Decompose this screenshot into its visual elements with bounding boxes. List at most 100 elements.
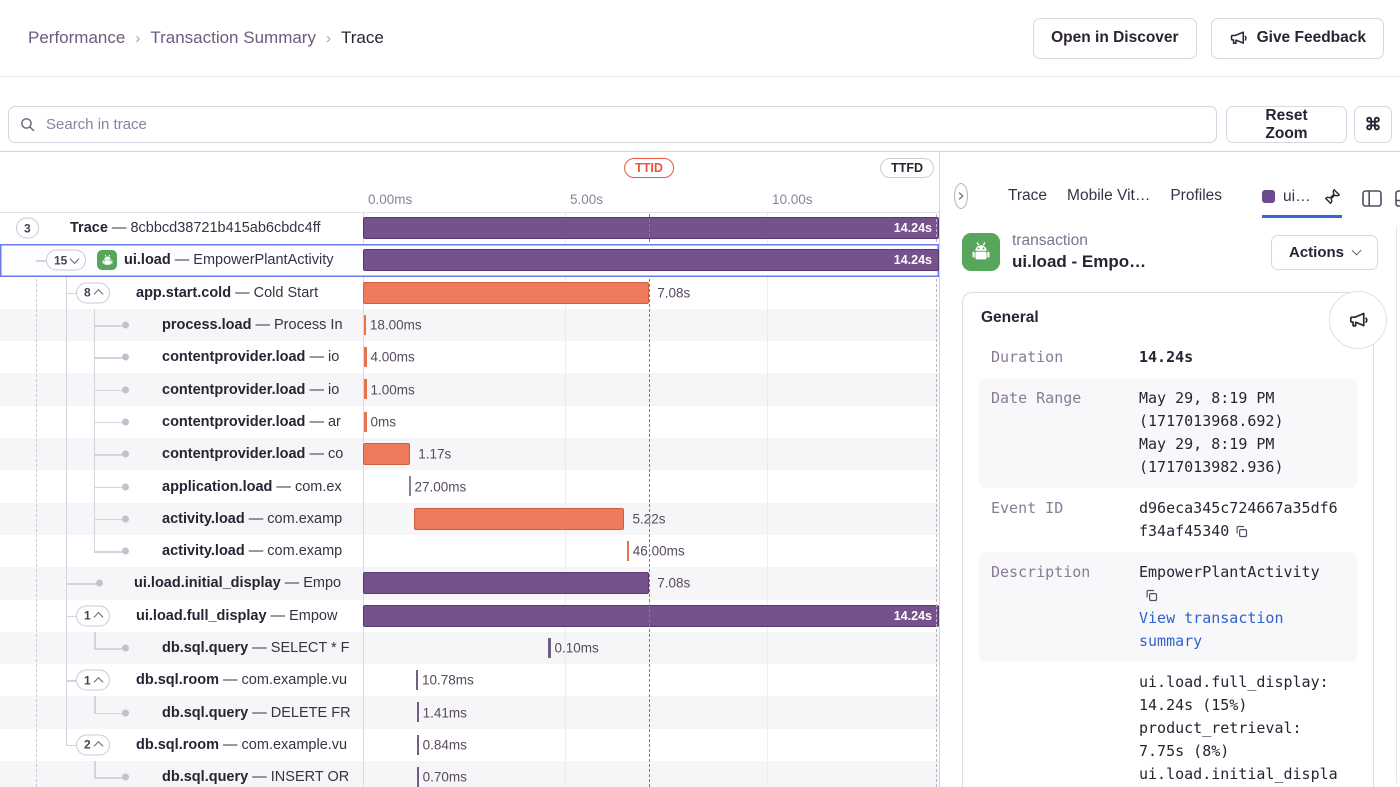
actions-button[interactable]: Actions	[1271, 235, 1378, 270]
copy-icon[interactable]	[1234, 524, 1249, 539]
span-bar[interactable]	[363, 572, 649, 594]
ttfd-badge[interactable]: TTFD	[880, 158, 934, 178]
megaphone-icon	[1229, 29, 1248, 48]
span-label: application.load — com.ex	[162, 479, 342, 495]
span-label: ui.load.full_display — Empow	[136, 608, 337, 624]
span-bar[interactable]	[414, 508, 624, 530]
detail-label: Duration	[991, 346, 1139, 369]
span-dot	[122, 548, 129, 555]
reset-zoom-button[interactable]: Reset Zoom	[1226, 106, 1347, 143]
pin-tab-icon[interactable]	[1323, 187, 1342, 206]
trace-row[interactable]: contentprovider.load — io4.00ms	[0, 341, 939, 373]
duration-label: 1.41ms	[417, 705, 467, 720]
child-count: 3	[24, 221, 31, 235]
span-op: contentprovider.load	[162, 382, 305, 398]
span-dot	[122, 645, 129, 652]
duration-label: 1.00ms	[364, 382, 414, 397]
trace-row[interactable]: process.load — Process In18.00ms	[0, 309, 939, 341]
give-feedback-button[interactable]: Give Feedback	[1211, 18, 1384, 59]
trace-row[interactable]: 3Trace — 8cbbcd38721b415ab6cbdc4ff14.24s	[0, 212, 939, 244]
give-feedback-label: Give Feedback	[1257, 29, 1366, 47]
details-scrollbar[interactable]	[1396, 226, 1397, 783]
trace-row[interactable]: 1db.sql.room — com.example.vu10.78ms	[0, 664, 939, 696]
tab-profiles[interactable]: Profiles	[1170, 187, 1222, 218]
tab-mobile-vitals[interactable]: Mobile Vit…	[1067, 187, 1150, 218]
detail-value: May 29, 8:19 PM(1717013968.692)May 29, 8…	[1139, 387, 1338, 479]
trace-row[interactable]: contentprovider.load — ar0ms	[0, 406, 939, 438]
span-label: db.sql.query — DELETE FR	[162, 705, 351, 721]
span-bar[interactable]	[363, 443, 410, 465]
span-op: db.sql.room	[136, 737, 219, 753]
transaction-color-swatch	[1262, 190, 1275, 203]
app-header: Performance › Transaction Summary › Trac…	[0, 0, 1400, 77]
search-box[interactable]	[8, 106, 1217, 143]
open-in-discover-button[interactable]: Open in Discover	[1033, 18, 1196, 59]
axis-tick-0: 0.00ms	[368, 192, 412, 207]
duration-label: 1.17s	[412, 447, 451, 462]
expand-pill[interactable]: 8	[76, 282, 110, 303]
span-label: db.sql.room — com.example.vu	[136, 737, 347, 753]
trace-row[interactable]: 8app.start.cold — Cold Start7.08s	[0, 277, 939, 309]
child-count: 15	[54, 253, 67, 267]
span-label: contentprovider.load — co	[162, 446, 343, 462]
trace-row[interactable]: contentprovider.load — io1.00ms	[0, 373, 939, 405]
expand-pill[interactable]: 1	[76, 605, 110, 626]
span-description: io	[328, 349, 339, 365]
span-label: contentprovider.load — io	[162, 349, 339, 365]
duration-label: 27.00ms	[409, 479, 467, 494]
breadcrumb-performance[interactable]: Performance	[28, 28, 125, 48]
child-count: 8	[84, 286, 91, 300]
feedback-float-button[interactable]	[1329, 291, 1387, 349]
detail-row: DescriptionEmpowerPlantActivityView tran…	[979, 552, 1357, 662]
expand-pill[interactable]: 1	[76, 670, 110, 691]
chevron-up-icon	[93, 677, 103, 687]
expand-pill[interactable]: 3	[16, 218, 39, 239]
ttid-badge[interactable]: TTID	[624, 158, 674, 178]
tab-trace[interactable]: Trace	[1008, 187, 1047, 218]
detail-row: Date RangeMay 29, 8:19 PM(1717013968.692…	[979, 378, 1357, 488]
layout-drawer-bottom-icon[interactable]	[1395, 190, 1400, 207]
span-description: com.ex	[295, 479, 342, 495]
search-input[interactable]	[44, 115, 1206, 134]
span-description: com.example.vu	[242, 672, 348, 688]
span-op: Trace	[70, 220, 108, 236]
span-description: INSERT OR	[271, 769, 349, 785]
duration-label: 7.08s	[651, 576, 690, 591]
span-label: activity.load — com.examp	[162, 511, 342, 527]
copy-icon[interactable]	[1144, 588, 1159, 603]
trace-row[interactable]: db.sql.query — INSERT OR0.70ms	[0, 761, 939, 787]
trace-row[interactable]: 1 ui.load.full_display — Empow 14.24s	[0, 600, 939, 632]
event-type-label: transaction	[1012, 232, 1146, 250]
chevron-up-icon	[93, 289, 103, 299]
span-bar[interactable]: 14.24s	[363, 249, 939, 271]
trace-row[interactable]: contentprovider.load — co 1.17s	[0, 438, 939, 470]
waterfall-rows: 3Trace — 8cbbcd38721b415ab6cbdc4ff14.24s…	[0, 212, 939, 787]
span-dot	[122, 515, 129, 522]
tab-ui-load-active[interactable]: ui…	[1262, 188, 1311, 206]
view-transaction-summary-link[interactable]: View transaction summary	[1139, 607, 1338, 653]
child-count: 1	[84, 673, 91, 687]
trace-row[interactable]: db.sql.query — DELETE FR 1.41ms	[0, 696, 939, 728]
duration-label: 14.24s	[894, 221, 932, 235]
duration-label: 0.70ms	[417, 770, 467, 785]
breadcrumb-transaction-summary[interactable]: Transaction Summary	[150, 28, 316, 48]
expand-pill[interactable]: 15	[46, 250, 86, 271]
trace-row[interactable]: ui.load.initial_display — Empo7.08s	[0, 567, 939, 599]
expand-pill[interactable]: 2	[76, 734, 110, 755]
span-bar[interactable]	[363, 282, 649, 304]
span-bar[interactable]: 14.24s	[363, 605, 939, 627]
collapse-panel-icon[interactable]	[954, 183, 968, 209]
trace-row[interactable]: 15ui.load — EmpowerPlantActivity14.24s	[0, 244, 939, 276]
detail-value: 14.24s	[1139, 346, 1338, 369]
trace-row[interactable]: activity.load — com.examp5.22s	[0, 503, 939, 535]
transaction-header: transaction ui.load - Empo… Actions	[940, 218, 1400, 286]
trace-row[interactable]: db.sql.query — SELECT * F0.10ms	[0, 632, 939, 664]
detail-label: Description	[991, 561, 1139, 653]
layout-drawer-left-icon[interactable]	[1362, 190, 1382, 207]
trace-row[interactable]: application.load — com.ex 27.00ms	[0, 470, 939, 502]
trace-row[interactable]: 2db.sql.room — com.example.vu0.84ms	[0, 729, 939, 761]
trace-row[interactable]: activity.load — com.examp46.00ms	[0, 535, 939, 567]
span-bar[interactable]: 14.24s	[363, 217, 939, 239]
shortcuts-button[interactable]: ⌘	[1354, 106, 1392, 143]
detail-row: Duration14.24s	[979, 337, 1357, 378]
